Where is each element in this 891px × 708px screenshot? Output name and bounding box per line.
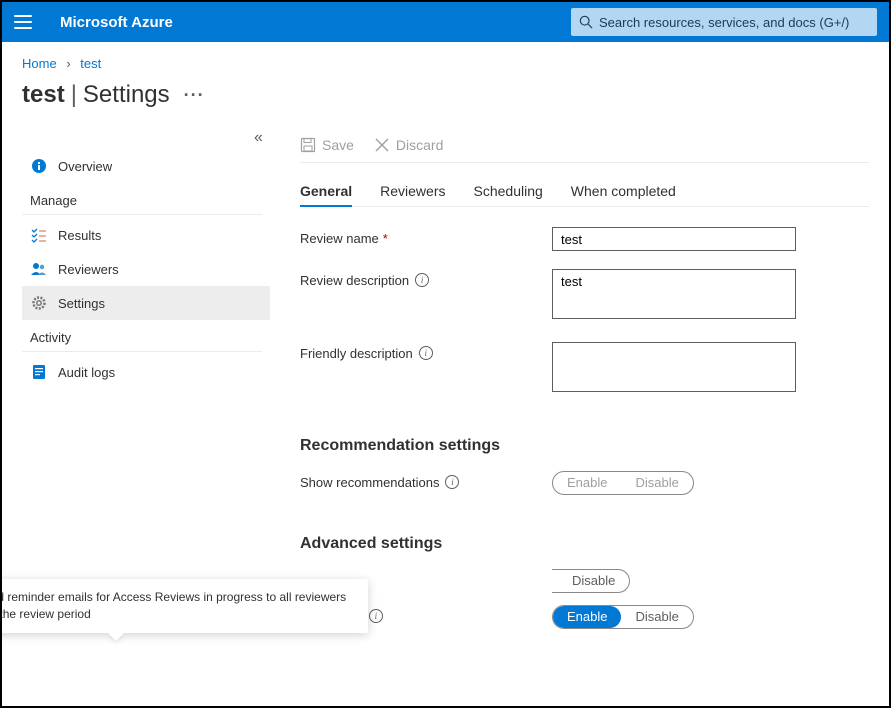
nav-group-activity: Activity xyxy=(22,320,262,352)
section-recommendation: Recommendation settings xyxy=(300,437,869,455)
show-recommendations-label: Show recommendations i xyxy=(300,471,552,495)
tab-reviewers[interactable]: Reviewers xyxy=(380,177,445,206)
nav-results[interactable]: Results xyxy=(22,218,270,252)
more-actions-icon[interactable]: ··· xyxy=(184,85,205,106)
friendly-description-label: Friendly description i xyxy=(300,342,552,397)
review-description-input[interactable] xyxy=(552,269,796,319)
friendly-description-input[interactable] xyxy=(552,342,796,392)
main-panel: Save Discard General Reviewers Schedulin… xyxy=(270,127,869,706)
info-icon xyxy=(30,157,48,175)
tab-scheduling[interactable]: Scheduling xyxy=(474,177,543,206)
tab-bar: General Reviewers Scheduling When comple… xyxy=(300,177,869,207)
people-icon xyxy=(30,260,48,278)
save-icon xyxy=(300,137,316,153)
review-name-label: Review name* xyxy=(300,227,552,251)
gear-icon xyxy=(30,294,48,312)
review-description-label: Review description i xyxy=(300,269,552,324)
search-input[interactable] xyxy=(599,15,869,30)
page-title: test | Settings ··· xyxy=(22,81,869,109)
show-recommendations-toggle[interactable]: Enable Disable xyxy=(552,471,694,495)
tab-general[interactable]: General xyxy=(300,177,352,207)
close-icon xyxy=(374,137,390,153)
breadcrumb-home[interactable]: Home xyxy=(22,56,57,71)
tab-when-completed[interactable]: When completed xyxy=(571,177,676,206)
command-bar: Save Discard xyxy=(300,127,869,163)
brand-label: Microsoft Azure xyxy=(60,14,173,31)
hamburger-menu-icon[interactable] xyxy=(14,15,32,29)
page-title-resource: test xyxy=(22,81,65,109)
discard-button[interactable]: Discard xyxy=(374,137,443,153)
toggle-enable[interactable]: Enable xyxy=(553,472,621,494)
info-icon[interactable]: i xyxy=(415,273,429,287)
page-title-section: Settings xyxy=(83,81,170,109)
info-icon[interactable]: i xyxy=(419,346,433,360)
review-name-input[interactable] xyxy=(552,227,796,251)
page-title-separator: | xyxy=(71,81,77,109)
global-search[interactable] xyxy=(571,8,877,36)
info-icon[interactable]: i xyxy=(445,475,459,489)
breadcrumb: Home › test xyxy=(22,56,869,71)
info-icon[interactable]: i xyxy=(369,609,383,623)
toggle-disable[interactable]: Disable xyxy=(621,472,692,494)
toggle-enable[interactable]: Enable xyxy=(553,606,621,628)
reminders-toggle[interactable]: Enable Disable xyxy=(552,605,694,629)
checklist-icon xyxy=(30,226,48,244)
nav-reviewers[interactable]: Reviewers xyxy=(22,252,270,286)
search-icon xyxy=(579,15,593,29)
collapse-nav-icon[interactable]: « xyxy=(254,129,263,147)
log-icon xyxy=(30,363,48,381)
breadcrumb-separator: › xyxy=(66,56,70,71)
nav-settings[interactable]: Settings xyxy=(22,286,270,320)
toggle-disable[interactable]: Disable xyxy=(552,570,629,592)
nav-group-manage: Manage xyxy=(22,183,262,215)
save-button[interactable]: Save xyxy=(300,137,354,153)
nav-audit-logs[interactable]: Audit logs xyxy=(22,355,270,389)
toggle-disable[interactable]: Disable xyxy=(621,606,692,628)
top-bar: Microsoft Azure xyxy=(2,2,889,42)
breadcrumb-current[interactable]: test xyxy=(80,56,101,71)
hidden-row-toggle[interactable]: Disable xyxy=(552,569,630,593)
nav-overview[interactable]: Overview xyxy=(22,149,270,183)
section-advanced: Advanced settings xyxy=(300,535,869,553)
reminders-tooltip: Azure AD will send reminder emails for A… xyxy=(2,579,368,633)
